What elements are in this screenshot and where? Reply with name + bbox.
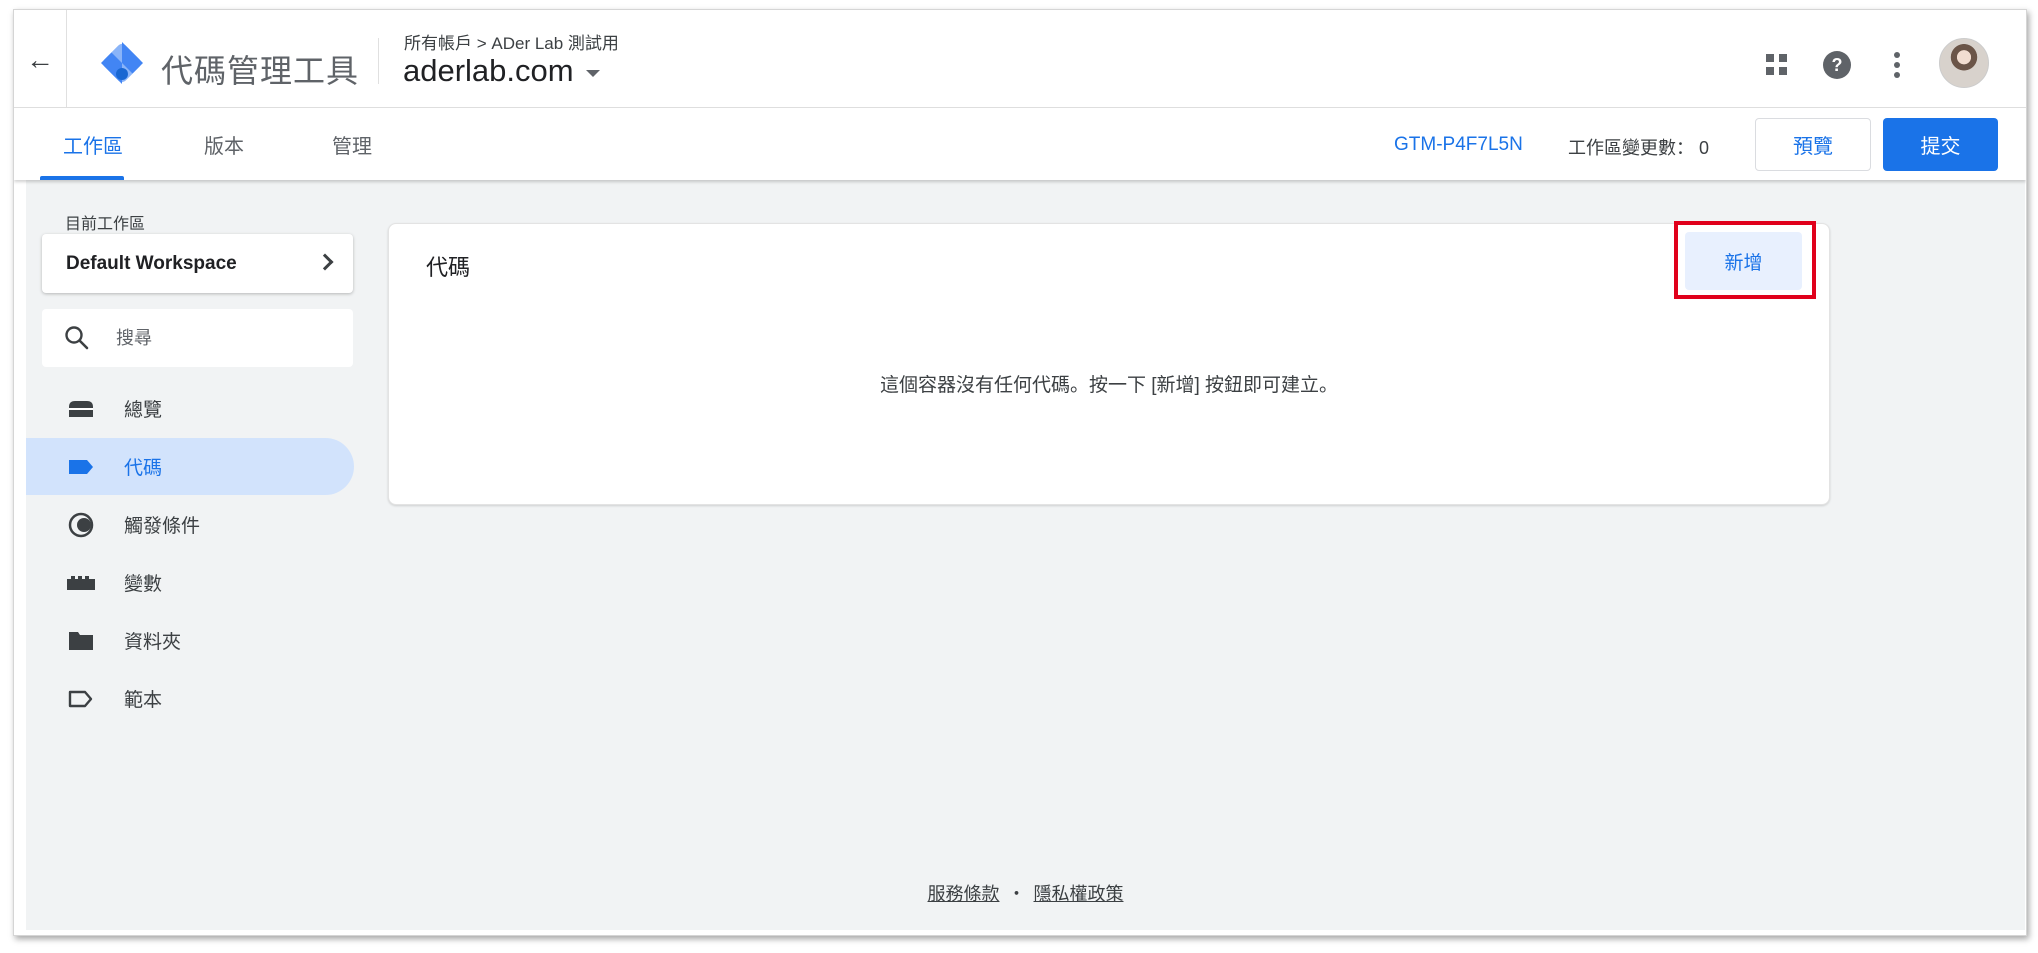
sidebar-item-label: 範本 [124,690,163,711]
sidebar-item-label: 代碼 [124,458,163,479]
tab-workspace[interactable]: 工作區 [63,108,123,180]
sidebar-item-label: 變數 [124,574,163,595]
sidebar-item-variables[interactable]: 變數 [26,554,354,611]
sidebar-item-triggers[interactable]: 觸發條件 [26,496,354,553]
container-selector[interactable]: aderlab.com [403,53,600,89]
sidebar-item-templates[interactable]: 範本 [26,670,354,727]
empty-state-message: 這個容器沒有任何代碼。按一下 [新增] 按鈕即可建立。 [879,375,1339,396]
footer-separator: ・ [1007,884,1026,904]
container-name: aderlab.com [403,53,574,88]
sidebar-item-label: 觸發條件 [124,516,201,537]
sidebar-item-label: 資料夾 [124,632,182,653]
header-divider-2 [378,38,379,84]
folder-icon [66,629,96,653]
active-tab-indicator [40,176,124,180]
footer: 服務條款・隱私權政策 [26,880,2025,906]
terms-link[interactable]: 服務條款 [928,884,1000,904]
avatar[interactable] [1939,38,1989,88]
overview-icon [66,397,96,421]
breadcrumb[interactable]: 所有帳戶 > ADer Lab 測試用 [404,29,619,54]
card-title: 代碼 [426,255,471,280]
search-icon [64,325,90,351]
apps-icon[interactable] [1762,50,1792,80]
chevron-right-icon [316,253,334,271]
gtm-logo-icon [101,42,143,84]
tags-card: 代碼 新增 這個容器沒有任何代碼。按一下 [新增] 按鈕即可建立。 [388,221,1830,505]
tab-bar: 工作區 版本 管理 GTM-P4F7L5N 工作區變更數： 0 預覽 提交 [14,108,2026,180]
caret-down-icon [585,69,600,77]
privacy-link[interactable]: 隱私權政策 [1034,884,1124,904]
search-box[interactable] [42,309,353,367]
sidebar-item-tags[interactable]: 代碼 [26,438,354,495]
current-workspace-label: 目前工作區 [65,216,146,233]
variables-icon [66,571,96,595]
product-name: 代碼管理工具 [161,53,360,89]
sidebar-item-overview[interactable]: 總覽 [26,380,354,437]
submit-button[interactable]: 提交 [1883,118,1998,171]
template-icon [66,687,96,711]
container-id[interactable]: GTM-P4F7L5N [1394,134,1523,156]
help-icon[interactable]: ? [1822,50,1852,80]
workspace-selector[interactable]: Default Workspace [42,234,353,293]
workspace-changes: 工作區變更數： 0 [1568,138,1710,158]
sidebar-item-label: 總覽 [124,400,163,421]
app-window: ← 代碼管理工具 所有帳戶 > ADer Lab 測試用 aderlab.com [13,9,2027,936]
content-area: 目前工作區 Default Workspace 總覽 [26,180,2025,930]
more-vert-icon[interactable] [1882,50,1912,80]
tag-icon [66,455,96,479]
header-divider [66,10,67,108]
sidebar-item-folders[interactable]: 資料夾 [26,612,354,669]
workspace-name: Default Workspace [66,252,237,274]
new-tag-button[interactable]: 新增 [1685,232,1802,290]
svg-text:?: ? [1832,55,1843,75]
search-input[interactable] [116,327,336,349]
trigger-icon [66,512,96,537]
tab-admin[interactable]: 管理 [332,108,372,180]
arrow-back-icon[interactable]: ← [26,44,54,75]
app-header: ← 代碼管理工具 所有帳戶 > ADer Lab 測試用 aderlab.com [14,10,2026,108]
preview-button[interactable]: 預覽 [1755,118,1871,171]
tab-versions[interactable]: 版本 [204,108,244,180]
